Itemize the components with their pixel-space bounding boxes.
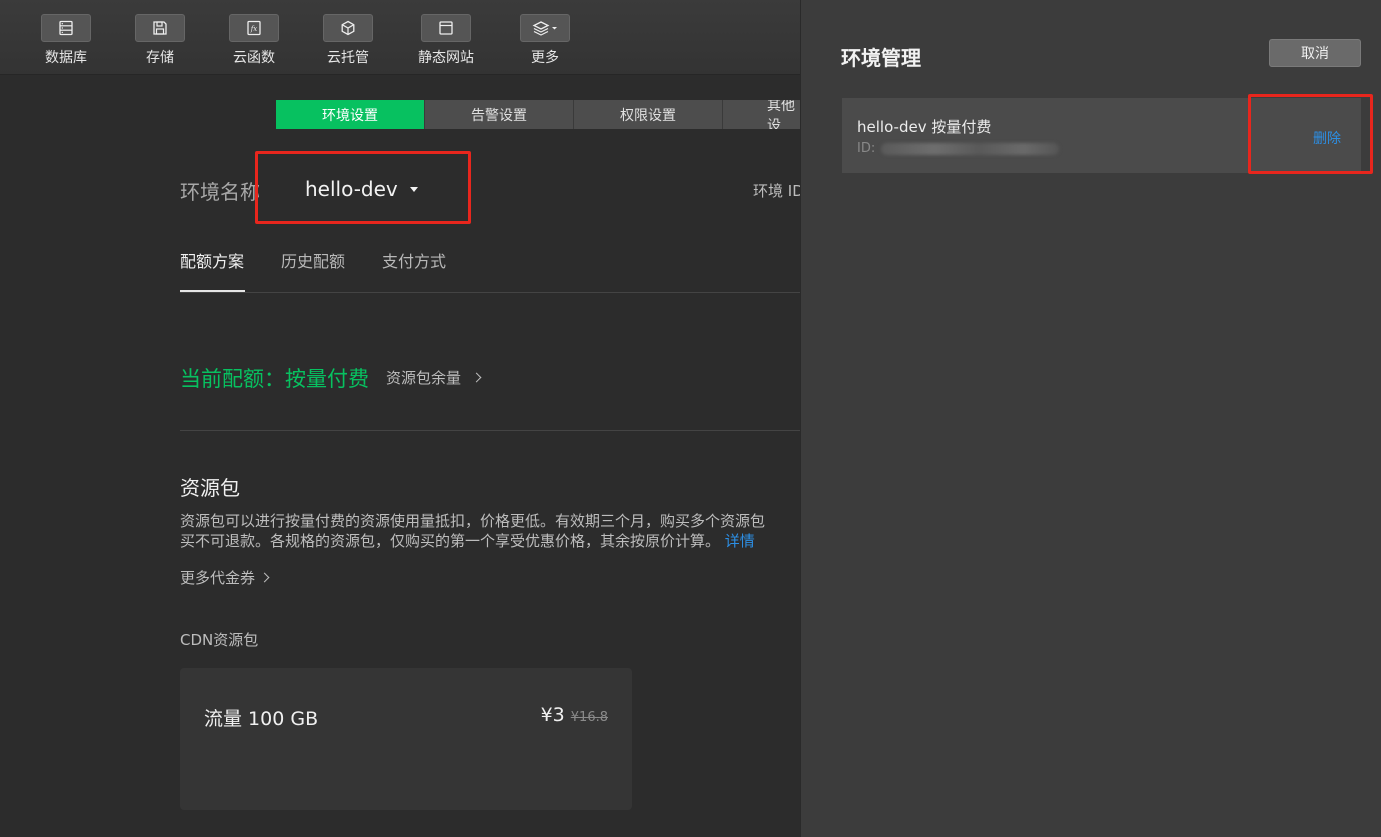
toolbar-functions[interactable]: fx 云函数 [219, 14, 289, 67]
env-management-panel: 环境管理 取消 hello-dev 按量付费 ID: 删除 [800, 0, 1381, 837]
caret-down-icon [409, 186, 418, 192]
static-website-icon [421, 14, 471, 42]
toolbar-database[interactable]: 数据库 [31, 14, 101, 67]
env-item-name: hello-dev 按量付费 [857, 118, 992, 136]
current-quota: 当前配额：按量付费 [180, 367, 369, 391]
env-selector[interactable]: hello-dev [305, 177, 418, 201]
settings-tabs: 环境设置 告警设置 权限设置 其他设 [276, 100, 801, 129]
layers-icon [520, 14, 570, 42]
cancel-button[interactable]: 取消 [1269, 39, 1361, 67]
env-id-label: 环境 ID [753, 182, 804, 200]
pack-price: ¥3 ¥16.8 [541, 704, 608, 726]
toolbar-label: 云函数 [233, 50, 275, 66]
env-list-item: hello-dev 按量付费 ID: 删除 [842, 98, 1361, 173]
quota-subtabs: 配额方案 历史配额 支付方式 [180, 248, 483, 272]
pack-name: 流量 100 GB [204, 708, 319, 730]
tab-other-settings[interactable]: 其他设 [723, 100, 801, 129]
toolbar-cloud-hosting[interactable]: 云托管 [313, 14, 383, 67]
toolbar-more[interactable]: 更多 [510, 14, 580, 67]
subtab-quota-plan[interactable]: 配额方案 [180, 248, 244, 272]
subtab-quota-history[interactable]: 历史配额 [281, 248, 345, 272]
toolbar-label: 存储 [146, 50, 174, 66]
toolbar-static-website[interactable]: 静态网站 [411, 14, 481, 67]
divider [180, 430, 800, 431]
env-item-id-prefix: ID: [857, 141, 876, 156]
cloud-hosting-icon [323, 14, 373, 42]
chevron-right-icon [259, 572, 270, 583]
toolbar-storage[interactable]: 存储 [125, 14, 195, 67]
more-coupons-link[interactable]: 更多代金券 [180, 567, 270, 588]
toolbar-label: 数据库 [45, 50, 87, 66]
env-item-id: ID: [857, 141, 1060, 156]
toolbar-label: 云托管 [327, 50, 369, 66]
tab-permission-settings[interactable]: 权限设置 [574, 100, 723, 129]
chevron-right-icon [471, 372, 482, 383]
panel-title: 环境管理 [841, 46, 921, 70]
top-toolbar: 数据库 存储 fx 云函数 云托管 静态网站 更多 [0, 0, 800, 75]
toolbar-label: 静态网站 [418, 50, 474, 66]
resource-balance-label: 资源包余量 [386, 369, 462, 387]
cdn-pack-card[interactable]: 流量 100 GB ¥3 ¥16.8 [180, 668, 632, 810]
description-line: 资源包可以进行按量付费的资源使用量抵扣，价格更低。有效期三个月，购买多个资源包 [180, 512, 766, 530]
redacted-id [881, 142, 1060, 155]
current-price: ¥3 [540, 704, 565, 726]
tab-alert-settings[interactable]: 告警设置 [425, 100, 574, 129]
delete-button[interactable]: 删除 [1313, 128, 1341, 148]
description-text: 买不可退款。各规格的资源包，仅购买的第一个享受优惠价格，其余按原价计算。 [180, 532, 721, 550]
resource-pack-description: 资源包可以进行按量付费的资源使用量抵扣，价格更低。有效期三个月，购买多个资源包 … [180, 511, 810, 551]
svg-text:fx: fx [250, 25, 258, 33]
env-selector-value: hello-dev [305, 177, 398, 201]
database-icon [41, 14, 91, 42]
toolbar-label: 更多 [531, 50, 559, 66]
resource-pack-title: 资源包 [180, 476, 240, 500]
function-icon: fx [229, 14, 279, 42]
env-name-label: 环境名称 [180, 180, 260, 204]
details-link[interactable]: 详情 [725, 532, 755, 550]
subtab-payment-method[interactable]: 支付方式 [382, 248, 446, 272]
storage-icon [135, 14, 185, 42]
original-price: ¥16.8 [570, 710, 608, 725]
more-coupons-label: 更多代金券 [180, 569, 256, 587]
divider [180, 292, 800, 293]
tab-env-settings[interactable]: 环境设置 [276, 100, 425, 129]
description-line-2: 买不可退款。各规格的资源包，仅购买的第一个享受优惠价格，其余按原价计算。 详情 [180, 531, 810, 551]
cdn-pack-label: CDN资源包 [180, 631, 259, 649]
resource-balance-link[interactable]: 资源包余量 [386, 367, 482, 388]
